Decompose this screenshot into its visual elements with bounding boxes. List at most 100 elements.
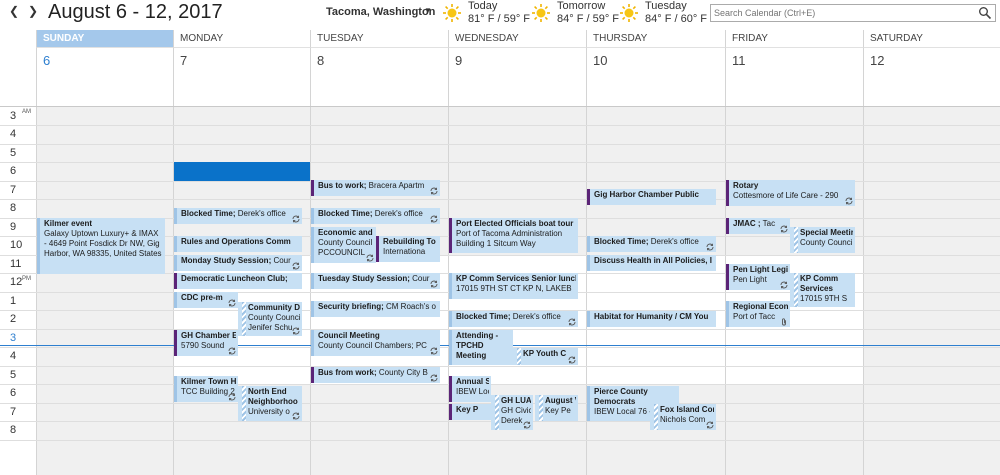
- event-mon-north-end[interactable]: North End Neighborhoo University o: [238, 386, 302, 421]
- event-wed-annual[interactable]: Annual S IBEW Loc: [449, 376, 491, 402]
- event-location: Port of Tacoma Administration: [456, 229, 563, 238]
- event-thu-habitat[interactable]: Habitat for Humanity / CM You: [587, 311, 716, 327]
- event-title: Pen Light Legi: [733, 265, 788, 274]
- event-title: GH Chamber E: [181, 331, 236, 340]
- event-mon-blocked[interactable]: Blocked Time; Derek's office: [174, 208, 302, 224]
- event-tue-security[interactable]: Security briefing; CM Roach's o: [311, 301, 440, 317]
- event-mon-study[interactable]: Monday Study Session; Cour: [174, 255, 302, 271]
- day-header[interactable]: SUNDAY: [36, 30, 173, 48]
- event-fri-special-meeting[interactable]: Special Meetir County Council: [790, 227, 855, 253]
- search-box[interactable]: [710, 4, 996, 22]
- event-wed-kp-comm-lunch[interactable]: KP Comm Services Senior lunch 17015 9TH …: [449, 273, 578, 299]
- event-title: Rotary: [733, 181, 759, 190]
- event-title: Bus to work;: [318, 181, 367, 190]
- event-wed-kp-youth[interactable]: KP Youth C: [513, 348, 578, 365]
- hour-label: 11: [10, 258, 22, 270]
- event-wed-august[interactable]: August V Key Pe: [535, 395, 578, 421]
- caret-down-icon[interactable]: ▼: [424, 6, 432, 15]
- event-fri-regional-econ[interactable]: Regional Econ Port of Tacc: [726, 301, 790, 327]
- event-fri-pen-light[interactable]: Pen Light Legi Pen Light: [726, 264, 790, 290]
- chevron-left-icon[interactable]: ❮: [8, 4, 20, 20]
- event-title: Council Meeting: [318, 331, 380, 340]
- event-location: Galaxy Uptown Luxury+ & IMAX - 4649 Poin…: [44, 229, 162, 258]
- all-day-divider: [0, 106, 1000, 107]
- recurrence-icon: [568, 318, 576, 326]
- event-wed-gh-luac[interactable]: GH LUAC GH Civic Derek: [491, 395, 533, 430]
- search-input[interactable]: [714, 5, 964, 21]
- event-location: Tac: [760, 219, 776, 228]
- event-fri-rotary[interactable]: Rotary Cottesmore of Life Care - 290: [726, 180, 855, 206]
- hour-suffix: PM: [22, 276, 31, 282]
- event-tue-bus-to-work[interactable]: Bus to work; Bracera Apartm: [311, 180, 440, 196]
- event-mon-rules[interactable]: Rules and Operations Comm: [174, 236, 302, 252]
- event-wed-blocked[interactable]: Blocked Time; Derek's office: [449, 311, 578, 327]
- day-header[interactable]: THURSDAY: [586, 30, 725, 48]
- event-mon-community[interactable]: Community D County Council Jenifer Schu: [238, 302, 302, 336]
- event-title: Monday Study Session;: [181, 256, 272, 265]
- day-header[interactable]: TUESDAY: [310, 30, 448, 48]
- event-tue-economic[interactable]: Economic and County Council PCCOUNCIL: [311, 227, 376, 263]
- event-mon-democratic-luncheon[interactable]: Democratic Luncheon Club;: [174, 273, 302, 289]
- event-title: Key P: [456, 405, 479, 414]
- event-kilmer[interactable]: Kilmer event Galaxy Uptown Luxury+ & IMA…: [37, 218, 165, 274]
- event-tue-study[interactable]: Tuesday Study Session; Cour: [311, 273, 440, 289]
- event-title: Bus from work;: [318, 368, 377, 377]
- event-tue-bus-from-work[interactable]: Bus from work; County City B: [311, 367, 440, 383]
- event-location: GH Civic: [501, 406, 531, 415]
- hour-label: 3: [10, 110, 17, 122]
- event-wed-port-boat-tour[interactable]: Port Elected Officials boat tour Port of…: [449, 218, 578, 253]
- hour-label: 6: [10, 387, 17, 399]
- event-thu-fox-island[interactable]: Fox Island Cor Nichols Com: [650, 404, 716, 430]
- event-wed-key-p[interactable]: Key P: [449, 404, 491, 420]
- event-mon-gh-chamber[interactable]: GH Chamber E 5790 Sound: [174, 330, 238, 356]
- event-location: County Council: [318, 238, 373, 247]
- hour-suffix: AM: [22, 109, 31, 115]
- hour-line: [0, 384, 1000, 385]
- day-column-saturday[interactable]: SATURDAY 12: [863, 30, 1000, 475]
- chevron-right-icon[interactable]: ❯: [27, 4, 39, 20]
- day-number[interactable]: 7: [173, 48, 310, 107]
- location-selector[interactable]: Tacoma, Washington: [326, 6, 435, 18]
- event-location: County Council: [800, 238, 853, 247]
- time-gutter: [0, 30, 36, 107]
- event-title: Special Meetir: [800, 228, 853, 237]
- event-fri-jmac[interactable]: JMAC ; Tac: [726, 218, 790, 234]
- event-title: Port Elected Officials boat tour: [456, 219, 574, 228]
- event-location: Internationa: [383, 247, 426, 256]
- recurrence-icon: [523, 421, 531, 429]
- event-mon-kilmer-town-hall[interactable]: Kilmer Town H TCC Building 2: [174, 376, 238, 402]
- event-thu-health-policies[interactable]: Discuss Health in All Policies, I: [587, 255, 716, 271]
- event-fri-kp-comm[interactable]: KP Comm Services 17015 9TH S: [790, 273, 855, 307]
- event-title: Regional Econ: [733, 302, 788, 311]
- event-mon-cdc[interactable]: CDC pre-m: [174, 292, 238, 308]
- day-number[interactable]: 9: [448, 48, 586, 107]
- recurrence-icon: [706, 421, 714, 429]
- event-location: Cour: [409, 274, 430, 283]
- day-number[interactable]: 8: [310, 48, 448, 107]
- event-title: KP Comm Services: [800, 274, 839, 293]
- event-wed-attending-tpchd[interactable]: Attending - TPCHD Meeting: [449, 330, 513, 365]
- day-header[interactable]: FRIDAY: [725, 30, 863, 48]
- day-number[interactable]: 11: [725, 48, 863, 107]
- day-number[interactable]: 12: [863, 48, 1000, 107]
- day-header[interactable]: WEDNESDAY: [448, 30, 586, 48]
- day-number[interactable]: 10: [586, 48, 725, 107]
- event-tue-blocked[interactable]: Blocked Time; Derek's office: [311, 208, 440, 224]
- event-location: Bracera Apartm: [366, 181, 425, 190]
- event-thu-blocked[interactable]: Blocked Time; Derek's office: [587, 236, 716, 252]
- day-header[interactable]: SATURDAY: [863, 30, 1000, 48]
- day-number[interactable]: 6: [36, 48, 173, 107]
- sun-icon: [532, 4, 550, 22]
- event-location: CM Roach's o: [383, 302, 437, 311]
- event-selected-slot[interactable]: [174, 162, 310, 181]
- day-header[interactable]: MONDAY: [173, 30, 310, 48]
- event-title: August V: [545, 396, 576, 405]
- event-location: IBEW Loc: [456, 387, 489, 396]
- event-tue-rebuilding[interactable]: Rebuilding To Internationa: [376, 236, 440, 262]
- weather-temp: 84° F / 60° F: [645, 13, 707, 25]
- event-title: Tuesday Study Session;: [318, 274, 410, 283]
- event-thu-gh-chamber[interactable]: Gig Harbor Chamber Public: [587, 189, 716, 205]
- recurrence-icon: [366, 254, 374, 262]
- search-icon[interactable]: [978, 6, 992, 20]
- event-tue-council[interactable]: Council Meeting County Council Chambers;…: [311, 330, 440, 356]
